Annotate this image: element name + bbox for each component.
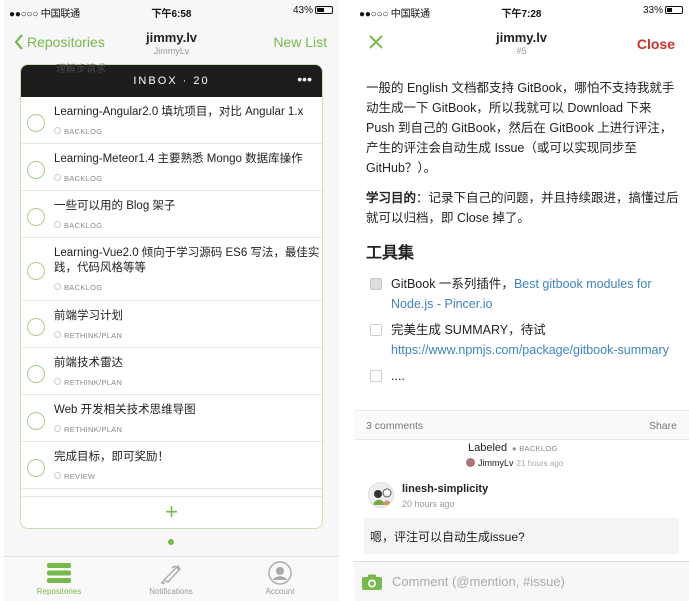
issue-body: 一般的 English 文档都支持 GitBook，哪怕不支持我就手动生成一下 … [366,78,679,392]
complete-checkbox[interactable] [27,208,45,226]
battery-indicator: 33% [643,5,683,16]
avatar [466,458,475,467]
battery-percent: 33% [642,5,663,16]
battery-indicator: 43% [293,5,333,16]
tab-notifications[interactable]: Notifications [121,559,221,596]
checkbox-checked[interactable] [370,278,382,290]
new-list-button[interactable]: New List [273,34,327,50]
issue-title: 前端学习计划 [54,310,123,322]
nav-bar: jimmy.lv #5 Close [354,22,689,66]
task-link[interactable]: https://www.npmjs.com/package/gitbook-su… [391,343,669,357]
list-item[interactable]: 完成目标，即可奖励！ REVIEW [21,442,322,489]
complete-checkbox[interactable] [27,412,45,430]
list-item[interactable]: Learning-Vue2.0 倾向于学习源码 ES6 写法，最佳实践，代码风格… [21,238,322,301]
tab-label: Repositories [36,587,82,596]
issue-title: Learning-Angular2.0 填坑项目，对比 Angular 1.x [54,106,304,118]
comment-input[interactable]: Comment (@mention, #issue) [392,574,565,589]
inbox-list-card: INBOX · 20 ••• Learning-Angular2.0 填坑项目，… [20,64,323,529]
battery-icon [665,6,683,14]
issue-title: Learning-Meteor1.4 主要熟悉 Mongo 数据库操作 [54,153,303,165]
list-item[interactable]: Learning-Angular2.0 填坑项目，对比 Angular 1.x B… [21,97,322,144]
issue-label: BACKLOG [54,283,102,292]
complete-checkbox[interactable] [27,161,45,179]
issue-label: RETHINK/PLAN [54,425,122,434]
issue-label: BACKLOG [54,174,102,183]
task-text: GitBook 一系列插件， [391,277,514,291]
tab-bar: Repositories Notifications Account [4,556,339,601]
comment-body: 嗯，评注可以自动生成issue? [364,518,679,554]
comment-time: 20 hours ago [402,499,455,509]
nav-bar: Repositories jimmy.lv JimmyLv New List [4,22,339,66]
repositories-icon [47,563,71,583]
goal-paragraph: 学习目的：记录下自己的问题，并且持续跟进，搞懂过后就可以归档，即 Close 掉… [366,188,679,228]
issue-title: Learning-Vue2.0 倾向于学习源码 ES6 写法，最佳实践，代码风格… [54,247,320,274]
dragged-item-ghost: 理解步请求 [56,64,106,75]
add-issue-button[interactable]: + [21,496,322,528]
issue-list: Learning-Angular2.0 填坑项目，对比 Angular 1.x B… [21,97,322,489]
clock: 下午7:28 [501,9,542,20]
comment-composer: Comment (@mention, #issue) [354,561,689,601]
camera-icon[interactable] [362,574,382,590]
tab-label: Notifications [149,587,193,596]
complete-checkbox[interactable] [27,318,45,336]
share-button[interactable]: Share [649,420,677,432]
issue-label: BACKLOG [54,221,102,230]
issue-detail-screen: ●●○○○ 中国联通 下午7:28 33% jimmy.lv #5 Close … [354,0,689,601]
complete-checkbox[interactable] [27,262,45,280]
issue-meta-bar: 3 comments Share [354,410,689,440]
complete-checkbox[interactable] [27,365,45,383]
task-item: .... [366,366,679,386]
more-icon[interactable]: ••• [297,65,312,93]
event-time: 21 hours ago [516,459,564,468]
close-issue-button[interactable]: Close [637,36,675,52]
tab-account[interactable]: Account [230,559,330,596]
issue-label: RETHINK/PLAN [54,331,122,340]
list-item[interactable]: Web 开发相关技术思维导图 RETHINK/PLAN [21,395,322,442]
issue-label: BACKLOG [54,127,102,136]
issue-paragraph: 一般的 English 文档都支持 GitBook，哪怕不支持我就手动生成一下 … [366,81,675,175]
goal-label: 学习目的 [366,191,417,205]
task-text: 完美生成 SUMMARY，待试 [391,323,546,337]
list-item[interactable]: 一些可以用的 Blog 架子 BACKLOG [21,191,322,238]
task-text: .... [391,369,405,383]
section-heading: 工具集 [366,245,415,262]
comment-count: 3 comments [366,420,424,432]
status-bar: ●●○○○ 中国联通 下午7:28 33% [354,0,689,20]
issue-label: REVIEW [54,472,95,481]
task-item: 完美生成 SUMMARY，待试 https://www.npmjs.com/pac… [366,320,679,360]
status-bar: ●●○○○ 中国联通 下午6:58 43% [4,0,339,20]
list-item[interactable]: Learning-Meteor1.4 主要熟悉 Mongo 数据库操作 BACKL… [21,144,322,191]
event-actor: JimmyLv 21 hours ago [466,458,563,468]
issue-title: 前端技术雷达 [54,357,123,369]
event-action: Labeled [468,442,508,454]
issue-label: RETHINK/PLAN [54,378,122,387]
tab-repositories[interactable]: Repositories [9,559,109,596]
event-label-badge: ● BACKLOG [512,444,558,453]
page-indicator [168,539,174,545]
list-item[interactable]: 前端技术雷达 RETHINK/PLAN [21,348,322,395]
account-icon [268,561,292,585]
clock: 下午6:58 [151,9,192,20]
complete-checkbox[interactable] [27,114,45,132]
battery-icon [315,6,333,14]
issue-title: Web 开发相关技术思维导图 [54,404,196,416]
notifications-icon [160,564,181,584]
issue-title: 完成目标，即可奖励！ [54,451,169,463]
avatar[interactable] [368,482,394,508]
checkbox-unchecked[interactable] [370,370,382,382]
repositories-screen: ●●○○○ 中国联通 下午6:58 43% Repositories jimmy… [4,0,339,601]
issue-title: 一些可以用的 Blog 架子 [54,200,176,212]
complete-checkbox[interactable] [27,459,45,477]
task-item: GitBook 一系列插件，Best gitbook modules for N… [366,274,679,314]
checkbox-unchecked[interactable] [370,324,382,336]
inbox-title: INBOX · 20 [133,75,210,87]
list-item[interactable]: 前端学习计划 RETHINK/PLAN [21,301,322,348]
timeline-event: Labeled ● BACKLOG JimmyLv 21 hours ago [354,440,689,476]
battery-percent: 43% [292,5,313,16]
comment-author[interactable]: linesh-simplicity [402,483,488,495]
tab-label: Account [265,587,295,596]
